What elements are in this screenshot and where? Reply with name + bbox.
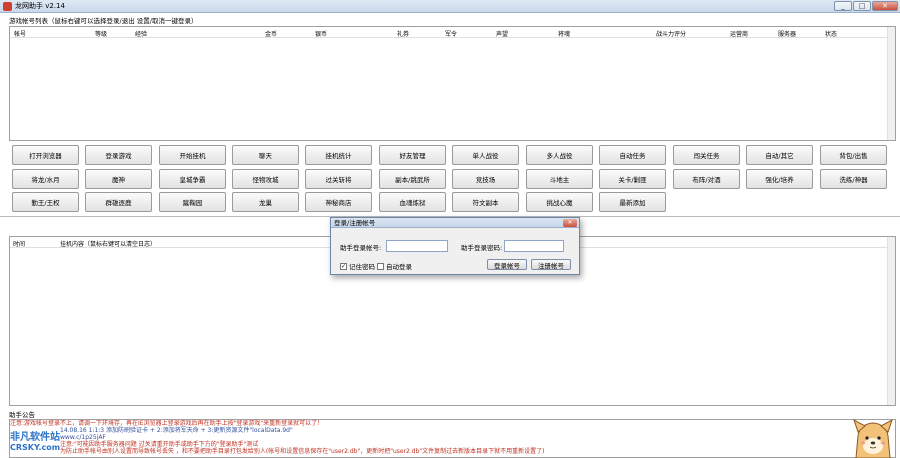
monster-siege-button[interactable]: 怪物攻城 [232, 169, 299, 189]
accounts-table[interactable]: 帐号 等级 经验 金币 银币 礼券 军令 声望 将魂 战斗力评分 运营商 服务器… [9, 26, 896, 141]
blood-soul-button[interactable]: 血魂炼狱 [379, 192, 446, 212]
col-prestige[interactable]: 声望 [496, 29, 508, 38]
col-server[interactable]: 服务器 [778, 29, 796, 38]
window-title: 龙网助手 v2.14 [15, 2, 65, 10]
demon-god-button[interactable]: 魔神 [85, 169, 152, 189]
imperial-city-button[interactable]: 皇城争霸 [159, 169, 226, 189]
stage-task-button[interactable]: 闯关任务 [673, 145, 740, 165]
accounts-label: 游戏帐号列表（鼠标右键可以选择登录/退出 设置/取消一键登录） [9, 17, 198, 25]
password-input[interactable] [504, 240, 564, 252]
login-game-button[interactable]: 登录游戏 [85, 145, 152, 165]
heart-demon-button[interactable]: 挑战心魔 [526, 192, 593, 212]
dialog-title: 登录/注册帐号 [331, 218, 579, 228]
register-account-button[interactable]: 注册帐号 [531, 259, 571, 270]
heroes-button[interactable]: 群雄逐鹿 [85, 192, 152, 212]
col-order[interactable]: 军令 [445, 29, 457, 38]
col-level[interactable]: 等级 [95, 29, 107, 38]
notice-line: 为防止助手帐号由别人设置而导致帐号丢失 ，和不要把助手目录打包发给别人(帐号和设… [60, 448, 545, 455]
window-controls: _ □ ✕ [834, 1, 898, 11]
col-soul[interactable]: 将魂 [558, 29, 570, 38]
dog-mascot-icon [853, 418, 893, 458]
notice-box[interactable]: 注意:游戏帐号登录不上，请调一下环境存，再在IE浏览器上登录游戏后再在助手上按"… [9, 419, 896, 458]
maximize-button[interactable]: □ [853, 1, 871, 11]
watermark-logo: 非凡软件站 CRSKY.com [10, 433, 60, 453]
watermark-domain: CRSKY.com [10, 443, 61, 452]
notice-line: 14.08.16 1:1:3 添加防刷验证卡 + 2:添加将军天命 + 3:更新… [60, 427, 293, 434]
idle-stats-button[interactable]: 挂机统计 [305, 145, 372, 165]
password-label: 助手登录密码: [461, 244, 503, 252]
notice-line: www.c/1p25jAF [60, 434, 106, 441]
auto-login-label: 自动登录 [386, 263, 412, 271]
dragon-moon-button[interactable]: 将龙/水月 [12, 169, 79, 189]
mystery-shop-button[interactable]: 神秘商店 [305, 192, 372, 212]
chat-button[interactable]: 聊天 [232, 145, 299, 165]
minimize-button[interactable]: _ [834, 1, 852, 11]
formation-button[interactable]: 布阵/对酒 [673, 169, 740, 189]
loyal-king-button[interactable]: 勤王/王权 [12, 192, 79, 212]
notice-line: 注意:"可能因助手服务器问题 过关请重开助手或助手下方的"登录助手"测试 [60, 441, 259, 448]
col-account[interactable]: 帐号 [14, 29, 26, 38]
col-exp[interactable]: 经验 [135, 29, 147, 38]
arena-button[interactable]: 竞技场 [452, 169, 519, 189]
friends-button[interactable]: 好友管理 [379, 145, 446, 165]
remember-label: 记住密码 [349, 263, 375, 271]
watermark-brand: 非凡软件站 [10, 432, 60, 443]
solo-campaign-button[interactable]: 单人战役 [452, 145, 519, 165]
account-input[interactable] [386, 240, 448, 252]
title-bar: 龙网助手 v2.14 _ □ ✕ [0, 0, 900, 13]
col-content[interactable]: 挂机内容（鼠标右键可以清空日志） [60, 239, 156, 248]
col-status[interactable]: 状态 [825, 29, 837, 38]
bandit-stage-button[interactable]: 关卡/剿匪 [599, 169, 666, 189]
pass-gates-button[interactable]: 过关斩将 [305, 169, 372, 189]
col-time[interactable]: 时间 [13, 239, 25, 248]
landlord-button[interactable]: 斗地主 [526, 169, 593, 189]
notice-label: 助手公告 [9, 411, 35, 419]
account-label: 助手登录帐号: [340, 244, 382, 252]
bag-sell-button[interactable]: 背包/出售 [820, 145, 887, 165]
accounts-scrollbar[interactable] [887, 27, 895, 140]
multi-campaign-button[interactable]: 多人战役 [526, 145, 593, 165]
auto-other-button[interactable]: 自动/其它 [746, 145, 813, 165]
auto-login-box [377, 262, 384, 270]
col-coupon[interactable]: 礼券 [397, 29, 409, 38]
login-account-button[interactable]: 登录帐号 [487, 259, 527, 270]
col-silver[interactable]: 银币 [315, 29, 327, 38]
close-button[interactable]: ✕ [872, 1, 898, 11]
col-power[interactable]: 战斗力评分 [656, 29, 686, 38]
col-operator[interactable]: 运营商 [730, 29, 748, 38]
open-browser-button[interactable]: 打开浏览器 [12, 145, 79, 165]
dragon-nest-button[interactable]: 龙巢 [232, 192, 299, 212]
dialog-close-button[interactable]: ✕ [563, 219, 577, 227]
start-idle-button[interactable]: 开始挂机 [159, 145, 226, 165]
latest-button[interactable]: 最新添加 [599, 192, 666, 212]
refine-button[interactable]: 洗练/神器 [820, 169, 887, 189]
remember-password-checkbox[interactable]: ✓ 记住密码 [340, 261, 375, 271]
remember-check-icon: ✓ [340, 262, 347, 270]
notice-line: 注意:游戏帐号登录不上，请调一下环境存，再在IE浏览器上登录游戏后再在助手上按"… [10, 420, 324, 427]
enhance-button[interactable]: 强化/培养 [746, 169, 813, 189]
col-gold[interactable]: 金币 [265, 29, 277, 38]
cuju-button[interactable]: 蹴鞠园 [159, 192, 226, 212]
dungeon-button[interactable]: 副本/跳武所 [379, 169, 446, 189]
auto-task-button[interactable]: 自动任务 [599, 145, 666, 165]
log-scrollbar[interactable] [887, 237, 895, 405]
accounts-header: 帐号 等级 经验 金币 银币 礼券 军令 声望 将魂 战斗力评分 运营商 服务器… [10, 27, 895, 38]
login-dialog: 登录/注册帐号 ✕ 助手登录帐号: 助手登录密码: ✓ 记住密码 自动登录 登录… [330, 217, 580, 275]
rune-dungeon-button[interactable]: 符文副本 [452, 192, 519, 212]
app-icon [3, 1, 12, 11]
auto-login-checkbox[interactable]: 自动登录 [377, 261, 412, 271]
